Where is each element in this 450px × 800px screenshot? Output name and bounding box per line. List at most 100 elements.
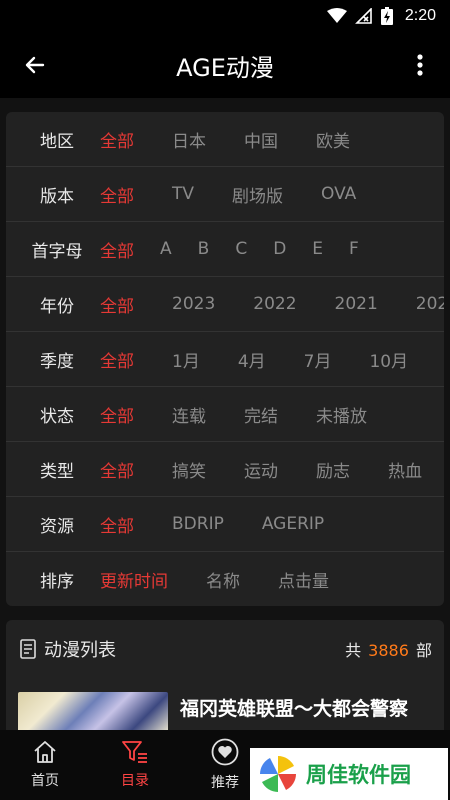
filter-row: 排序 更新时间 名称 点击量 (6, 552, 444, 606)
nav-label: 目录 (121, 773, 149, 789)
filter-option[interactable]: 名称 (206, 567, 240, 592)
filter-list-icon (122, 741, 147, 763)
filter-option[interactable]: 全部 (100, 127, 134, 152)
filter-option[interactable]: 欧美 (316, 127, 350, 152)
battery-charging-icon (380, 7, 393, 25)
filter-option[interactable]: E (312, 239, 323, 259)
filter-options: 全部 BDRIP AGERIP (92, 512, 324, 537)
filter-option[interactable]: 2023 (172, 294, 215, 314)
anime-thumbnail[interactable] (18, 692, 168, 730)
filter-option[interactable]: 1月 (172, 347, 200, 372)
filter-option[interactable]: 全部 (100, 237, 134, 262)
filter-option[interactable]: 完结 (244, 402, 278, 427)
filter-row-label: 季度 (40, 351, 74, 372)
filter-row-label: 类型 (40, 461, 74, 482)
list-title: 动漫列表 (44, 640, 116, 661)
filter-row: 首字母 全部 A B C D E F (6, 222, 444, 277)
filter-option[interactable]: 全部 (100, 512, 134, 537)
filter-row-label: 排序 (40, 572, 74, 592)
pinwheel-logo-icon (260, 756, 296, 792)
filter-option[interactable]: 中国 (244, 127, 278, 152)
filter-options: 全部 日本 中国 欧美 (92, 127, 350, 152)
nav-label: 推荐 (211, 775, 239, 791)
filter-option[interactable]: 全部 (100, 457, 134, 482)
anime-title[interactable]: 福冈英雄联盟～大都会警察 (180, 694, 408, 721)
filter-row-label: 状态 (40, 406, 74, 427)
filter-row-label: 地区 (40, 131, 74, 152)
count-prefix: 共 (345, 641, 362, 660)
filter-option[interactable]: F (349, 239, 359, 259)
filter-option[interactable]: 全部 (100, 347, 134, 372)
filter-options: 全部 2023 2022 2021 2020 (92, 292, 444, 317)
count-number: 3886 (368, 641, 409, 660)
filter-option[interactable]: 2021 (335, 294, 378, 314)
home-icon (34, 741, 56, 763)
arrow-left-icon (25, 56, 45, 74)
filter-option[interactable]: 全部 (100, 182, 134, 207)
watermark-text: 周佳软件园 (306, 763, 411, 787)
filter-option[interactable]: 点击量 (278, 567, 329, 592)
app-bar: AGE动漫 (0, 32, 450, 98)
document-list-icon (20, 639, 36, 659)
filter-option[interactable]: TV (172, 184, 194, 204)
filter-row: 类型 全部 搞笑 运动 励志 热血 (6, 442, 444, 497)
nav-item-catalog[interactable]: 目录 (90, 730, 180, 800)
filter-option[interactable]: A (160, 239, 172, 259)
list-item[interactable]: 福冈英雄联盟～大都会警察 (6, 678, 444, 730)
filter-row-label: 资源 (40, 516, 74, 537)
watermark-logo: 周佳软件园 (250, 748, 448, 800)
wifi-icon (326, 8, 347, 24)
filter-row: 状态 全部 连载 完结 未播放 (6, 387, 444, 442)
filter-row: 地区 全部 日本 中国 欧美 (6, 112, 444, 167)
filter-option[interactable]: 7月 (304, 347, 332, 372)
filter-row: 版本 全部 TV 剧场版 OVA (6, 167, 444, 222)
filter-option[interactable]: D (273, 239, 286, 259)
filter-row-label: 首字母 (31, 241, 83, 262)
list-count: 共 3886 部 (345, 637, 432, 661)
filter-options: 更新时间 名称 点击量 (92, 567, 329, 592)
heart-icon (211, 738, 239, 766)
nav-item-home[interactable]: 首页 (0, 730, 90, 800)
filter-option[interactable]: 连载 (172, 402, 206, 427)
more-vertical-icon (417, 54, 423, 76)
filter-option[interactable]: 更新时间 (100, 567, 168, 592)
filter-option[interactable]: B (198, 239, 210, 259)
list-header: 动漫列表 共 3886 部 (6, 620, 444, 678)
filter-option[interactable]: 2022 (253, 294, 296, 314)
anime-list-section: 动漫列表 共 3886 部 福冈英雄联盟～大都会警察 (6, 620, 444, 730)
filter-row-label: 年份 (40, 296, 74, 317)
filter-option[interactable]: AGERIP (262, 514, 324, 534)
filter-option[interactable]: 2020 (416, 294, 444, 314)
filter-option[interactable]: 搞笑 (172, 457, 206, 482)
filter-option[interactable]: 运动 (244, 457, 278, 482)
filter-option[interactable]: 全部 (100, 292, 134, 317)
nav-label: 首页 (31, 773, 59, 789)
filter-options: 全部 1月 4月 7月 10月 (92, 347, 408, 372)
filter-row: 季度 全部 1月 4月 7月 10月 (6, 332, 444, 387)
filter-option[interactable]: 4月 (238, 347, 266, 372)
filter-option[interactable]: C (235, 239, 247, 259)
filter-option[interactable]: 全部 (100, 402, 134, 427)
filter-option[interactable]: 日本 (172, 127, 206, 152)
status-time: 2:20 (404, 7, 436, 24)
filter-options: 全部 连载 完结 未播放 (92, 402, 367, 427)
filter-option[interactable]: BDRIP (172, 514, 224, 534)
filter-options: 全部 A B C D E F (92, 237, 359, 262)
filter-options: 全部 TV 剧场版 OVA (92, 182, 356, 207)
filter-option[interactable]: 未播放 (316, 402, 367, 427)
filter-option[interactable]: 热血 (388, 457, 422, 482)
filter-option[interactable]: OVA (321, 184, 356, 204)
status-bar: 2:20 (0, 0, 450, 32)
more-menu-button[interactable] (400, 32, 440, 98)
filter-option[interactable]: 励志 (316, 457, 350, 482)
filter-row: 资源 全部 BDRIP AGERIP (6, 497, 444, 552)
back-button[interactable] (0, 32, 70, 98)
filter-option[interactable]: 剧场版 (232, 182, 283, 207)
filter-row-label: 版本 (40, 186, 74, 207)
filter-panel: 地区 全部 日本 中国 欧美 版本 全部 TV 剧场版 OVA 首字母 全部 A B C D E F 年份 全部 202… (6, 112, 444, 606)
filter-row: 年份 全部 2023 2022 2021 2020 (6, 277, 444, 332)
count-suffix: 部 (415, 641, 432, 660)
filter-option[interactable]: 10月 (369, 347, 408, 372)
filter-options: 全部 搞笑 运动 励志 热血 (92, 457, 422, 482)
no-signal-icon (354, 8, 373, 24)
